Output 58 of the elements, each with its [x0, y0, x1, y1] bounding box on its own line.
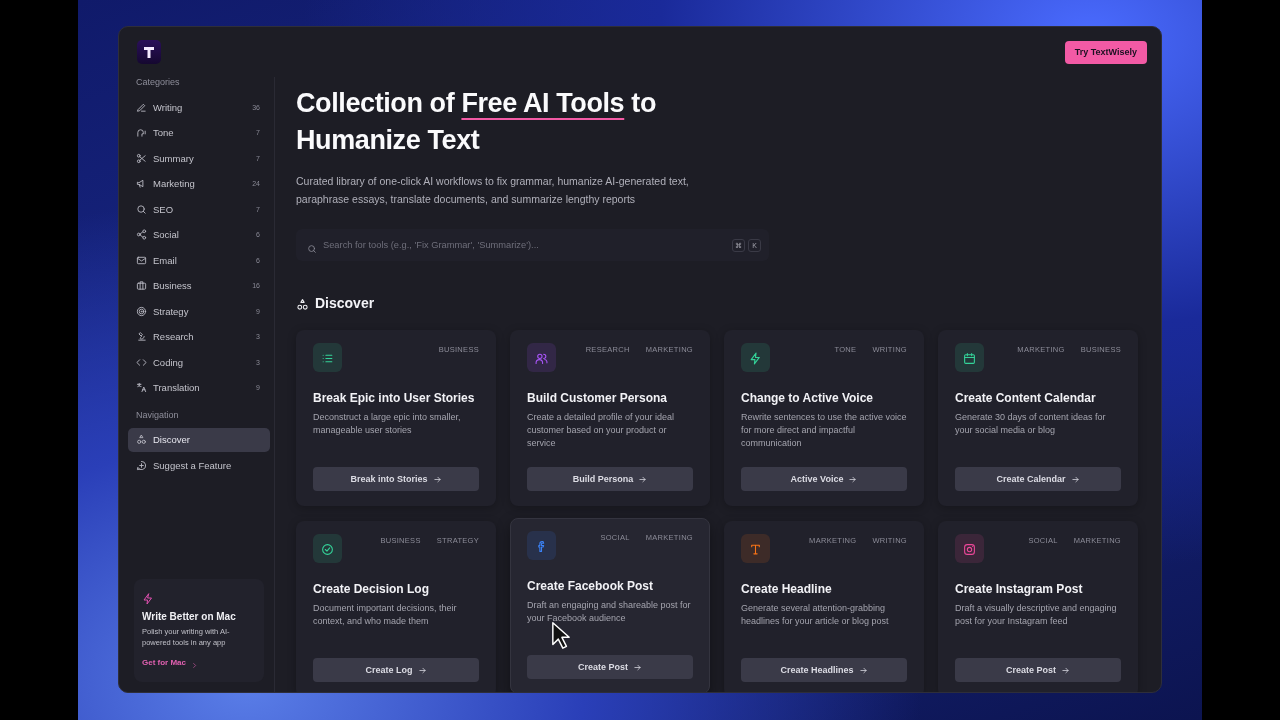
section-title: Discover [315, 295, 375, 311]
card-description: Rewrite sentences to use the active voice for more direct and impactful communication [741, 411, 907, 450]
card-description: Generate 30 days of content ideas for your social media or blog [955, 411, 1107, 437]
arrow-right-icon [1070, 474, 1080, 484]
get-for-mac-link[interactable]: Get for Mac [142, 656, 198, 670]
card-description: Document important decisions, their context, and who made them [313, 602, 458, 628]
card-title: Change to Active Voice [741, 391, 875, 405]
card-action-button[interactable]: Break into Stories [313, 467, 479, 491]
arrow-right-icon [1061, 665, 1070, 675]
scissors-icon [136, 152, 147, 164]
card-action-button[interactable]: Create Calendar [955, 467, 1121, 491]
share-icon [136, 229, 147, 240]
card-action-button[interactable]: Build Persona [527, 467, 693, 491]
card-action-button[interactable]: Create Log [313, 658, 479, 682]
translate-icon [136, 382, 147, 393]
card-title: Create Instagram Post [955, 582, 1084, 596]
sidebar-item[interactable]: Suggest a Feature [128, 453, 270, 477]
card-description: Deconstruct a large epic into smaller, manageable user stories [313, 411, 462, 437]
arrow-right-icon [417, 665, 427, 675]
page-title: Collection of Free AI Tools to Humanize Text [296, 87, 658, 157]
target-icon [136, 305, 147, 317]
section-label: Categories [135, 77, 181, 89]
message-plus-icon [136, 459, 147, 471]
mail-icon [136, 254, 147, 266]
try-button[interactable]: Try TextWisely [1064, 40, 1147, 64]
arrow-right-icon [858, 665, 868, 675]
arrow-right-icon [638, 474, 648, 484]
shapes-icon [296, 296, 309, 310]
code-icon [136, 356, 147, 368]
megaphone-icon [136, 178, 147, 189]
cursor-icon [551, 621, 571, 650]
lightning-icon [142, 591, 154, 603]
section-label: Navigation [135, 409, 180, 422]
card-action-button[interactable]: Create Post [955, 658, 1121, 682]
briefcase-icon [136, 280, 147, 291]
arrow-right-icon [633, 662, 642, 672]
card-description: Generate several attention-grabbing headlines for your article or blog post [741, 602, 890, 628]
arrow-right-icon [848, 474, 858, 484]
card-title: Create Content Calendar [955, 391, 1097, 405]
card-title: Break Epic into User Stories [313, 391, 476, 405]
card-description: Draft an engaging and shareable post for your Facebook audience [527, 599, 692, 625]
card-title: Create Facebook Post [527, 579, 655, 593]
promo-title: Write Better on Mac [142, 611, 237, 622]
card-title: Build Customer Persona [527, 391, 669, 405]
card-title: Create Headline [741, 582, 833, 596]
search-icon [136, 203, 147, 215]
card-description: Create a detailed profile of your ideal customer based on your product or service [527, 411, 676, 450]
sidebar-item[interactable]: Discover [128, 427, 270, 452]
arrow-right-icon [432, 474, 442, 484]
card-description: Draft a visually descriptive and engaging post for your Instagram feed [955, 602, 1118, 628]
card-action-button[interactable]: Active Voice [741, 467, 907, 491]
shapes-icon [136, 434, 147, 445]
card-action-button[interactable]: Create Headlines [741, 658, 907, 682]
logo-icon [137, 40, 161, 64]
page-subtitle: Curated library of one-click AI workflows to fix grammar, humanize AI-generated text, paraphrase essays, translate documents, and summarize lengthy reports [296, 174, 690, 207]
card-title: Create Decision Log [313, 582, 431, 596]
card-action-button[interactable]: Create Post [527, 655, 693, 679]
pencil-icon [136, 101, 147, 113]
